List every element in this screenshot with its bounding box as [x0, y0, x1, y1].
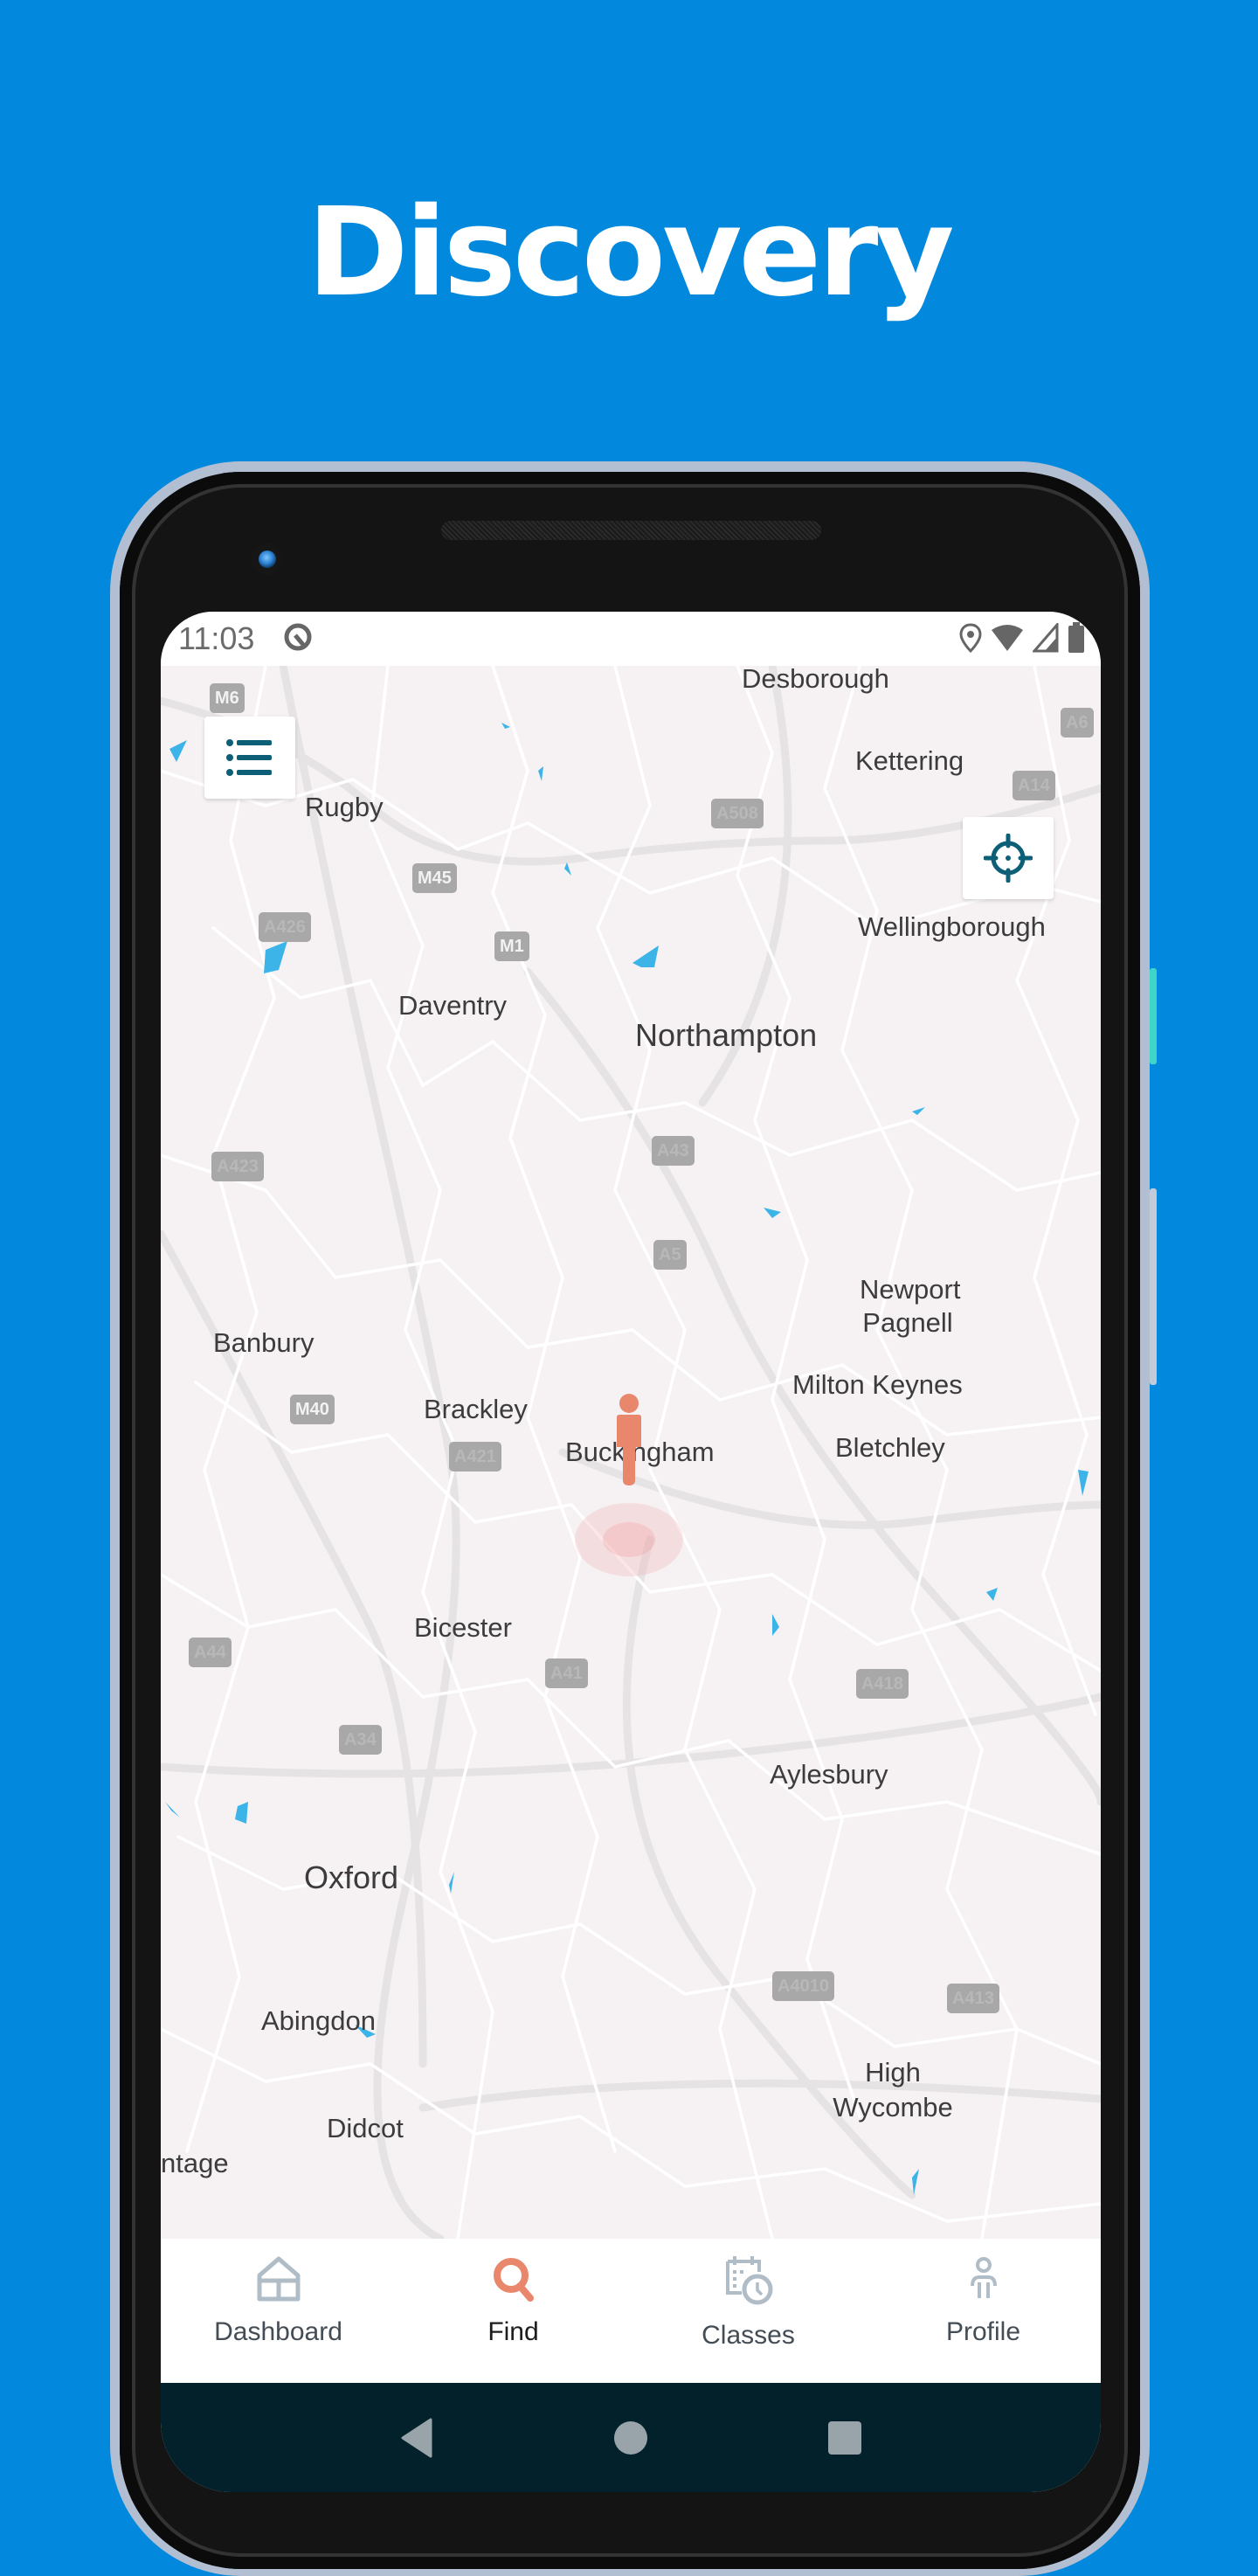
road-shield: A6	[1061, 708, 1094, 737]
city-label: Northampton	[635, 1017, 818, 1053]
page-headline: Discovery	[307, 182, 954, 324]
road-shield: A14	[1013, 771, 1055, 800]
road-shield: A418	[856, 1669, 909, 1699]
road-shield: M45	[412, 863, 457, 893]
city-label: Brackley	[424, 1394, 528, 1424]
road-shield: A44	[189, 1638, 232, 1667]
road-shield: A423	[211, 1152, 264, 1181]
home-icon[interactable]	[613, 2420, 648, 2455]
map-view[interactable]: Desborough Kettering Rugby Wellingboroug…	[161, 666, 1101, 2239]
house-icon	[257, 2256, 300, 2302]
road-shield: M6	[210, 683, 245, 713]
recents-icon[interactable]	[827, 2420, 862, 2455]
city-label: Wellingborough	[858, 911, 1046, 942]
city-label: Abingdon	[261, 2005, 377, 2036]
bottom-navigation: Dashboard Find Classes Profile	[161, 2239, 1101, 2383]
list-icon	[226, 739, 272, 776]
front-camera	[259, 551, 276, 568]
road-shield: M40	[290, 1395, 335, 1424]
city-label: Newport Pagnell	[860, 1274, 961, 1338]
location-icon	[959, 623, 982, 653]
power-button	[1150, 968, 1157, 1064]
calendar-clock-icon	[725, 2256, 772, 2305]
road-shield: A34	[339, 1725, 382, 1755]
nav-tab-profile[interactable]: Profile	[866, 2239, 1101, 2383]
nav-label: Classes	[702, 2321, 795, 2350]
road-shield: A426	[259, 912, 311, 942]
wifi-icon	[992, 625, 1023, 651]
phone-screen: 11:03 Desborough Kettering Rugby Welling…	[161, 612, 1101, 2492]
battery-icon	[1068, 622, 1084, 653]
list-view-button[interactable]	[204, 717, 295, 799]
earpiece-speaker	[441, 521, 821, 540]
nav-tab-dashboard[interactable]: Dashboard	[161, 2239, 396, 2383]
city-label: Banbury	[213, 1327, 314, 1358]
road-shield: M1	[494, 931, 529, 961]
status-time: 11:03	[178, 620, 255, 656]
person-icon	[970, 2257, 997, 2298]
road-shield: A508	[711, 799, 764, 828]
city-label: Bletchley	[835, 1432, 945, 1463]
nav-tab-find[interactable]: Find	[396, 2239, 631, 2383]
city-label: Rugby	[305, 792, 384, 822]
road-shield: A413	[947, 1984, 999, 2013]
nav-label: Profile	[945, 2317, 1021, 2346]
road-shield: A4010	[772, 1971, 834, 2001]
search-icon	[493, 2258, 534, 2302]
road-shield: A421	[449, 1442, 501, 1472]
road-shield: A43	[652, 1136, 695, 1166]
nav-label: Dashboard	[214, 2317, 342, 2346]
city-label: ntage	[161, 2148, 229, 2178]
volume-button	[1150, 1188, 1157, 1385]
crosshair-icon	[984, 834, 1033, 883]
status-bar: 11:03	[161, 612, 1101, 666]
person-pin-icon[interactable]	[611, 1393, 647, 1489]
city-label: Didcot	[327, 2113, 404, 2143]
city-label: High Wycombe	[833, 2057, 953, 2122]
city-label: Kettering	[855, 745, 964, 776]
nav-tab-classes[interactable]: Classes	[631, 2239, 866, 2383]
back-icon[interactable]	[399, 2418, 434, 2458]
city-label: Desborough	[742, 666, 889, 694]
user-location-halo	[575, 1503, 683, 1576]
road-shield: A41	[545, 1658, 588, 1688]
signal-icon	[1033, 623, 1059, 653]
system-navigation-bar	[161, 2383, 1101, 2492]
my-location-button[interactable]	[963, 817, 1054, 899]
city-label: Oxford	[304, 1859, 399, 1895]
city-label: Bicester	[414, 1612, 512, 1643]
nav-label: Find	[487, 2317, 539, 2346]
city-label: Daventry	[398, 990, 508, 1021]
road-shield: A5	[653, 1240, 687, 1270]
city-label: Milton Keynes	[792, 1369, 963, 1400]
dnd-q-icon	[284, 623, 312, 651]
city-label: Aylesbury	[770, 1759, 888, 1790]
